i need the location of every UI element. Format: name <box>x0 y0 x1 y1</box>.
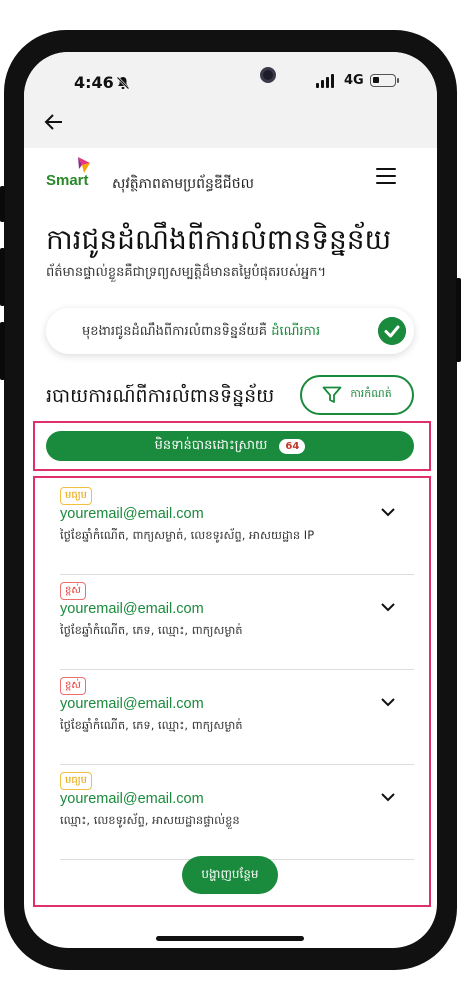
side-button-volume-down <box>0 322 5 380</box>
breach-details: ឈ្មោះ, លេខទូរស័ព្ទ, អាសយដ្ឋានផ្ទាល់ខ្លួន <box>60 813 240 827</box>
camera-icon <box>260 67 276 83</box>
page-title: ការជូនដំណឹងពីការលំពានទិន្នន័យ <box>46 223 392 256</box>
network-type: 4G <box>344 73 364 88</box>
bell-muted-icon <box>116 76 130 90</box>
side-button-action <box>0 186 5 222</box>
breach-email: youremail@email.com <box>60 506 204 522</box>
show-more-button[interactable]: បង្ហាញបន្ថែម <box>182 856 278 894</box>
breach-details: ថ្ងៃខែឆ្នាំកំណើត, ពាក្យសម្ងាត់, លេខទូរស័… <box>60 528 315 542</box>
chevron-down-icon[interactable] <box>380 696 396 708</box>
alert-status-text: មុខងារជូនដំណឹងពីការលំពានទិន្នន័យគឺ ដំណើរ… <box>82 323 320 342</box>
filter-button[interactable]: ការកំណត់ <box>300 375 414 415</box>
side-button-power <box>456 278 461 362</box>
breach-list-item[interactable]: ខ្ពស់ youremail@email.com ថ្ងៃខែឆ្នាំកំណ… <box>60 670 414 765</box>
breach-email: youremail@email.com <box>60 791 204 807</box>
breach-details: ថ្ងៃខែឆ្នាំកំណើត, ភេទ, ឈ្មោះ, ពាក្យសម្ងា… <box>60 718 243 732</box>
check-circle-icon <box>378 317 406 345</box>
tab-unresolved[interactable]: មិនទាន់បានដោះស្រាយ 64 <box>46 431 414 461</box>
filter-button-label: ការកំណត់ <box>350 387 392 400</box>
risk-badge-medium: មធ្យម <box>60 487 93 505</box>
tab-unresolved-label: មិនទាន់បានដោះស្រាយ <box>154 437 268 453</box>
chevron-down-icon[interactable] <box>380 601 396 613</box>
breach-email: youremail@email.com <box>60 696 204 712</box>
phone-screen: 4:46 4G Smart សុវត្ថិភាពតាមប្រព័ន្ធឌីជីថ… <box>24 52 437 948</box>
side-button-volume-up <box>0 248 5 306</box>
risk-badge-medium: មធ្យម <box>60 772 93 790</box>
filter-funnel-icon <box>322 386 342 403</box>
unresolved-count-badge: 64 <box>279 438 306 454</box>
back-arrow-icon[interactable] <box>44 114 64 130</box>
breach-report-title: របាយការណ៍ពីការលំពានទិន្នន័យ <box>46 385 275 407</box>
battery-icon <box>370 74 399 87</box>
header-tagline: សុវត្ថិភាពតាមប្រព័ន្ធឌីជីថល <box>112 176 254 192</box>
dynamic-island <box>168 58 296 92</box>
logo-wordmark: Smart <box>46 172 89 189</box>
breach-list-item[interactable]: មធ្យម youremail@email.com ឈ្មោះ, លេខទូរស… <box>60 765 414 860</box>
breach-list-item[interactable]: មធ្យម youremail@email.com ថ្ងៃខែឆ្នាំកំណ… <box>60 480 414 575</box>
chevron-down-icon[interactable] <box>380 791 396 803</box>
hamburger-menu-icon[interactable] <box>376 168 396 184</box>
alert-status-card: មុខងារជូនដំណឹងពីការលំពានទិន្នន័យគឺ ដំណើរ… <box>46 308 414 354</box>
risk-badge-high: ខ្ពស់ <box>60 677 86 695</box>
alert-status-label: មុខងារជូនដំណឹងពីការលំពានទិន្នន័យគឺ <box>82 324 268 339</box>
status-time: 4:46 <box>74 73 114 92</box>
home-indicator[interactable] <box>156 936 304 941</box>
risk-badge-high: ខ្ពស់ <box>60 582 86 600</box>
smart-logo: Smart <box>46 156 98 196</box>
page-subtitle: ព័ត៌មានផ្ទាល់ខ្លួនគឺជាទ្រព្យសម្បត្តិដ៏មា… <box>46 265 327 280</box>
breach-details: ថ្ងៃខែឆ្នាំកំណើត, ភេទ, ឈ្មោះ, ពាក្យសម្ងា… <box>60 623 243 637</box>
breach-email: youremail@email.com <box>60 601 204 617</box>
chevron-down-icon[interactable] <box>380 506 396 518</box>
alert-status-value: ដំណើរការ <box>271 324 321 339</box>
breach-list-item[interactable]: ខ្ពស់ youremail@email.com ថ្ងៃខែឆ្នាំកំណ… <box>60 575 414 670</box>
signal-icon <box>316 74 334 88</box>
